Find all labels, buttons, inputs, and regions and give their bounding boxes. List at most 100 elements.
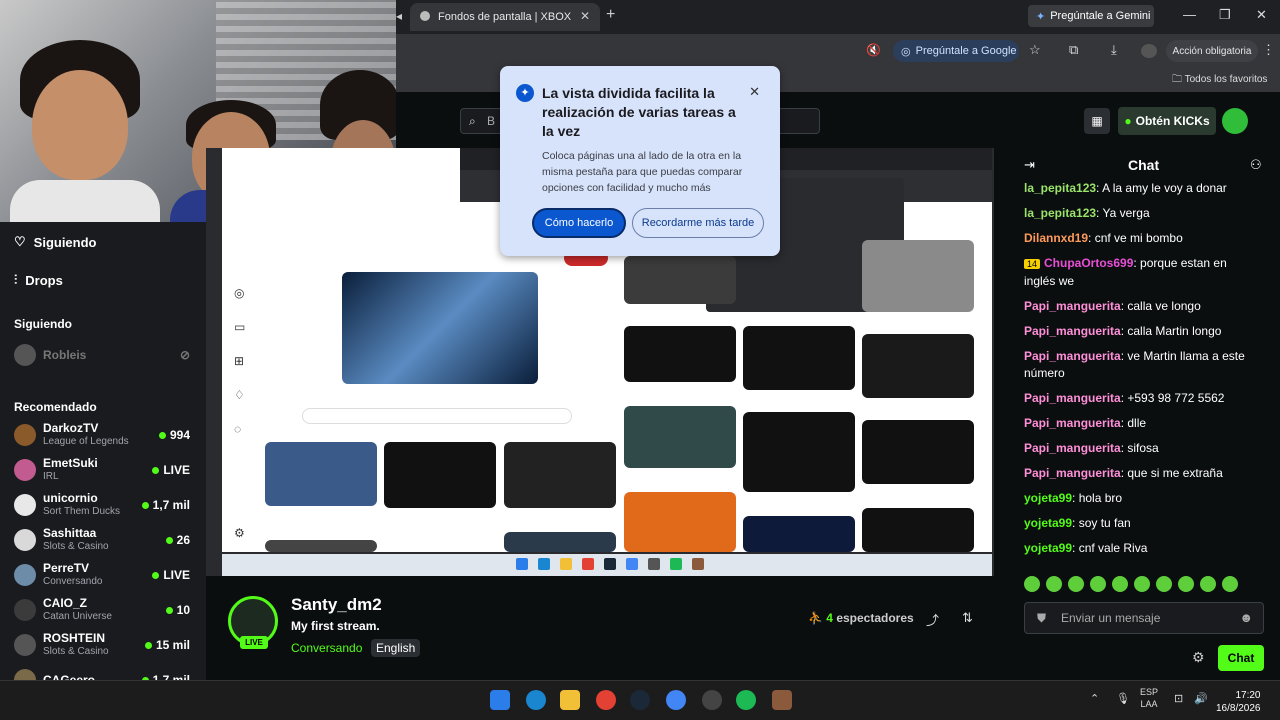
chrome-profile-icon[interactable] <box>666 690 686 710</box>
close-window-icon[interactable]: ✕ <box>1256 7 1267 23</box>
gemini-button[interactable]: ✦ Pregúntale a Gemini <box>1028 5 1154 27</box>
how-to-button[interactable]: Cómo hacerlo <box>532 208 626 238</box>
sidebar-channel[interactable]: ROSHTEIN Slots & Casino 15 mil <box>14 628 200 662</box>
sidebar-channel[interactable]: Sashittaa Slots & Casino 26 <box>14 523 200 557</box>
clip-icon[interactable]: ⇅ <box>962 610 973 626</box>
chat-username[interactable]: yojeta99 <box>1024 491 1072 505</box>
inventory-icon[interactable]: ▦ <box>1084 108 1110 134</box>
channel-viewers: 1,7 mil <box>141 498 190 512</box>
sidebar-item-drops[interactable]: ⫶ Drops <box>14 272 63 288</box>
microphone-icon[interactable]: 🎙 <box>1116 692 1130 705</box>
chat-text: +593 98 772 5562 <box>1127 391 1225 405</box>
close-tab-icon[interactable]: ✕ <box>580 9 590 23</box>
collapse-chat-icon[interactable]: ⇥ <box>1024 157 1035 173</box>
chat-username[interactable]: Papi_manguerita <box>1024 299 1121 313</box>
chat-username[interactable]: Papi_manguerita <box>1024 416 1121 430</box>
send-chat-button[interactable]: Chat <box>1218 645 1264 671</box>
chat-username[interactable]: Papi_manguerita <box>1024 441 1121 455</box>
gemini-icon: ✦ <box>1036 10 1046 23</box>
mute-icon[interactable]: 🔇 <box>866 43 881 57</box>
sidebar-channel[interactable]: CAIO_Z Catan Universe 10 <box>14 593 200 627</box>
emote-icon[interactable] <box>1134 576 1150 592</box>
emote-icon[interactable] <box>1178 576 1194 592</box>
all-bookmarks-folder[interactable]: 🗀 Todos los favoritos <box>1172 72 1267 89</box>
sidebar-channel[interactable]: PerreTV Conversando LIVE <box>14 558 200 592</box>
chat-input[interactable]: ⛊ Enviar un mensaje ☻ <box>1024 602 1264 634</box>
sidebar-channel[interactable]: EmetSuki IRL LIVE <box>14 453 200 487</box>
sub-badge: 14 <box>1024 259 1041 269</box>
emote-icon[interactable] <box>1024 576 1040 592</box>
chat-message: Papi_manguerita: sifosa <box>1024 441 1159 455</box>
search-icon: ⌕ <box>469 114 476 128</box>
chat-username[interactable]: ChupaOrtos699 <box>1044 256 1133 270</box>
sidebar-channel[interactable]: DarkozTV League of Legends 994 <box>14 418 200 452</box>
emote-icon[interactable] <box>1068 576 1084 592</box>
remind-later-button[interactable]: Recordarme más tarde <box>632 208 764 238</box>
download-icon[interactable]: ⤓ <box>1111 42 1117 58</box>
folder-icon: 🗀 <box>1172 74 1182 85</box>
emote-icon[interactable] <box>1046 576 1062 592</box>
live-dot-icon <box>165 536 173 544</box>
chat-text: soy tu fan <box>1078 516 1131 530</box>
chat-settings-icon[interactable]: ⚙ <box>1192 649 1205 666</box>
sidebar-item-following[interactable]: ♡ Siguiendo <box>14 234 97 250</box>
chat-username[interactable]: yojeta99 <box>1024 516 1072 530</box>
channel-viewers: LIVE <box>152 463 190 477</box>
chat-username[interactable]: Papi_manguerita <box>1024 391 1121 405</box>
steam-icon[interactable] <box>630 690 650 710</box>
user-avatar[interactable] <box>1222 108 1248 134</box>
action-required-button[interactable]: Acción obligatoria <box>1166 40 1258 62</box>
close-icon[interactable]: ✕ <box>749 84 760 100</box>
emote-icon[interactable] <box>1090 576 1106 592</box>
edge-icon[interactable] <box>526 690 546 710</box>
language-tag[interactable]: English <box>371 639 421 657</box>
chat-username[interactable]: yojeta99 <box>1024 541 1072 555</box>
chat-username[interactable]: Papi_manguerita <box>1024 324 1121 338</box>
get-kicks-button[interactable]: ● Obtén KICKs <box>1118 107 1216 135</box>
new-tab-icon[interactable]: + <box>606 6 615 24</box>
chrome-icon[interactable] <box>596 690 616 710</box>
streamer-name[interactable]: Santy_dm2 <box>291 595 382 615</box>
emote-icon[interactable] <box>1112 576 1128 592</box>
tab-favicon-icon <box>420 11 430 21</box>
menu-kebab-icon[interactable]: ⋮ <box>1262 42 1275 58</box>
extensions-icon[interactable]: ⧉ <box>1069 42 1078 58</box>
tray-chevron-icon[interactable]: ⌃ <box>1090 692 1099 705</box>
live-dot-icon <box>152 466 160 474</box>
emote-icon[interactable] <box>1222 576 1238 592</box>
sidebar-channel[interactable]: unicornio Sort Them Ducks 1,7 mil <box>14 488 200 522</box>
network-icon[interactable]: ⊡ <box>1174 692 1183 705</box>
profile-avatar[interactable] <box>1141 44 1157 58</box>
chat-message: Papi_manguerita: calla ve longo <box>1024 299 1201 313</box>
recorder-icon[interactable] <box>702 690 722 710</box>
clock[interactable]: 17:20 16/8/2026 <box>1216 689 1261 715</box>
chat-users-icon[interactable]: ⚇ <box>1250 157 1262 173</box>
windows-start-icon[interactable] <box>490 690 510 710</box>
tab-list-icon[interactable]: ◂ <box>396 9 402 23</box>
emoji-icon[interactable]: ☻ <box>1239 610 1253 625</box>
ask-google-button[interactable]: ◎ Pregúntale a Google <box>893 40 1019 62</box>
chat-username[interactable]: Papi_manguerita <box>1024 466 1121 480</box>
minecraft-icon[interactable] <box>772 690 792 710</box>
browser-tab[interactable]: Fondos de pantalla | XBOX ✕ <box>410 3 600 31</box>
live-dot-icon <box>165 606 173 614</box>
minimize-icon[interactable]: — <box>1183 7 1196 22</box>
chat-username[interactable]: la_pepita123 <box>1024 181 1096 195</box>
avatar <box>14 459 36 481</box>
volume-icon[interactable]: 🔊 <box>1194 692 1208 705</box>
maximize-icon[interactable]: ❐ <box>1219 7 1231 23</box>
spotify-icon[interactable] <box>736 690 756 710</box>
followed-channel[interactable]: Robleis ⊘ <box>14 338 200 372</box>
bookmark-star-icon[interactable]: ☆ <box>1029 42 1041 58</box>
file-explorer-icon[interactable] <box>560 690 580 710</box>
stream-category[interactable]: Conversando <box>291 641 362 655</box>
emote-icon[interactable] <box>1156 576 1172 592</box>
chat-username[interactable]: Dilannxd19 <box>1024 231 1088 245</box>
chat-username[interactable]: Papi_manguerita <box>1024 349 1121 363</box>
share-icon[interactable]: ⤴ <box>926 610 939 629</box>
channel-category: Sort Them Ducks <box>43 506 121 517</box>
chat-username[interactable]: la_pepita123 <box>1024 206 1096 220</box>
chat-message: yojeta99: soy tu fan <box>1024 516 1131 530</box>
emote-icon[interactable] <box>1200 576 1216 592</box>
language-indicator[interactable]: ESP LAA <box>1140 686 1158 710</box>
